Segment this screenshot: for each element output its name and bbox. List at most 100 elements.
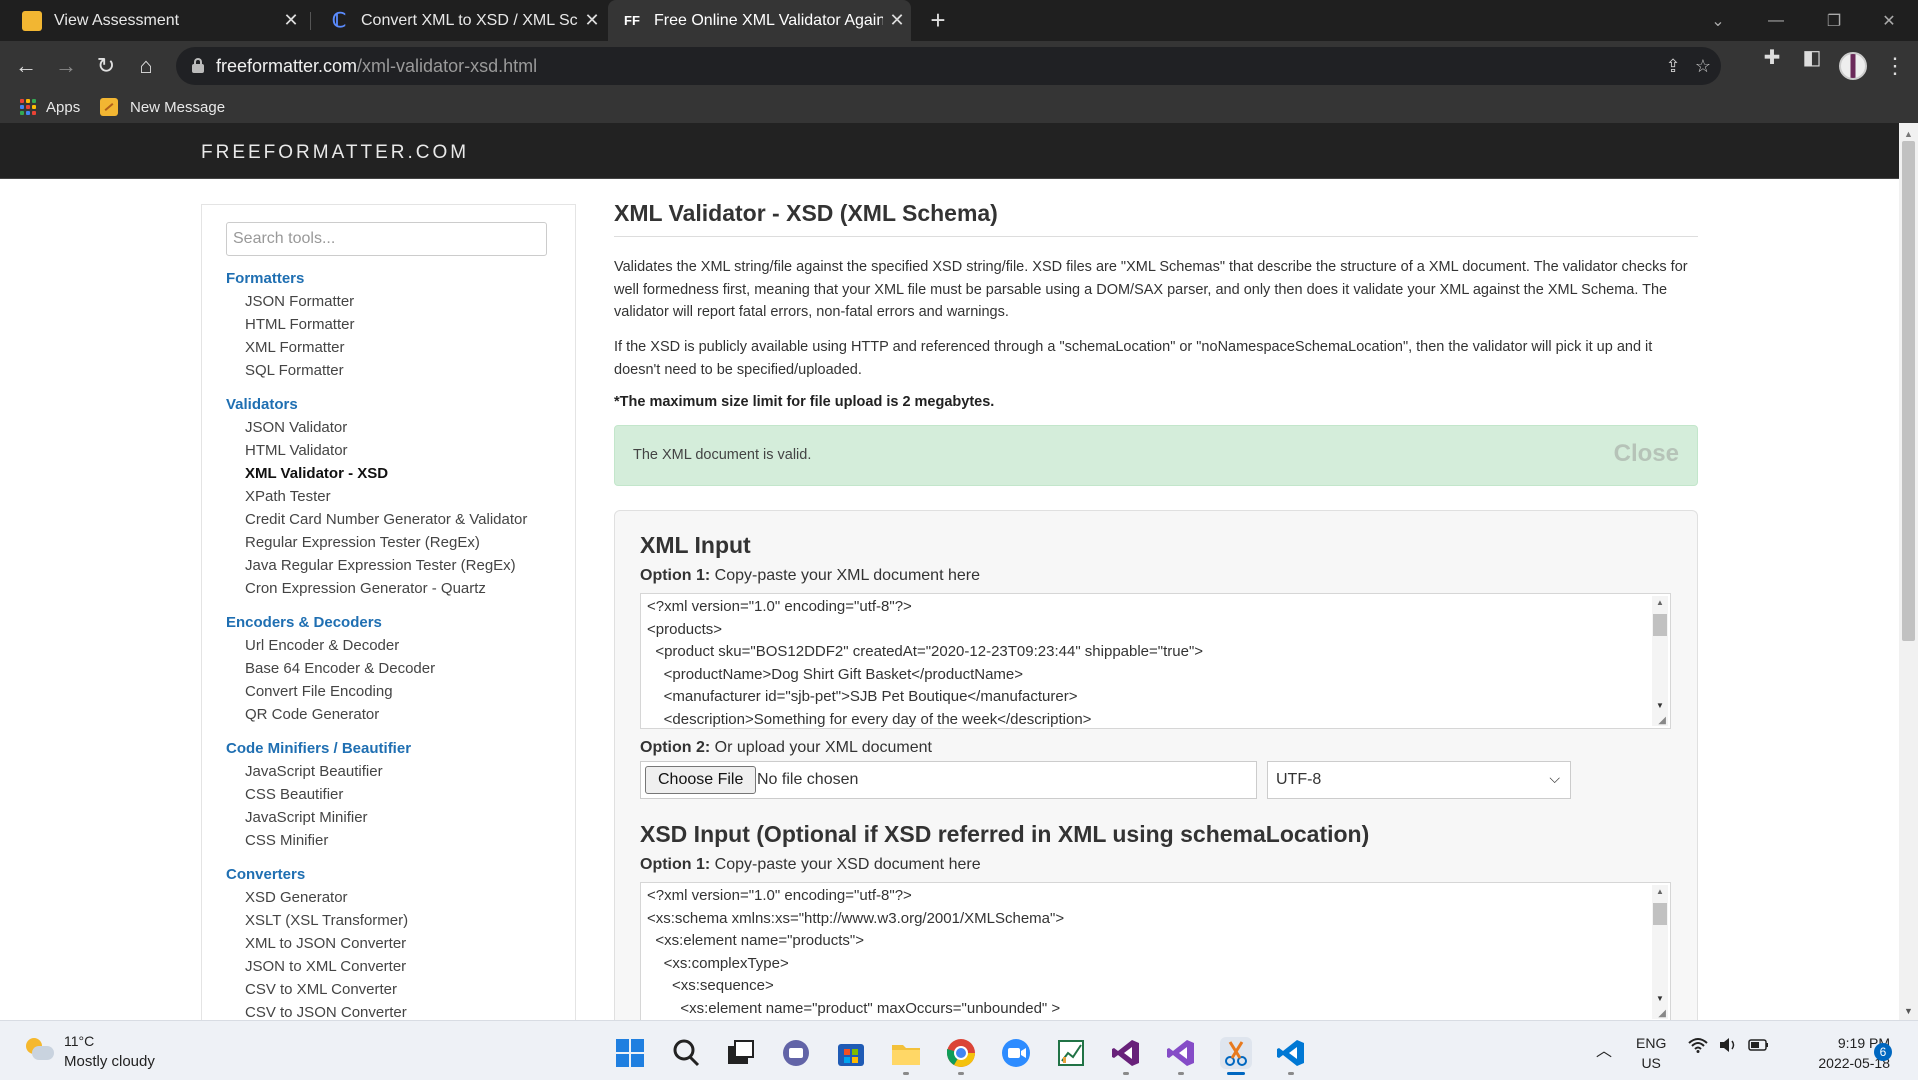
home-button[interactable]: ⌂ [130,50,162,82]
language-indicator[interactable]: ENG US [1636,1033,1666,1073]
share-icon[interactable]: ⇪ [1662,55,1684,77]
nav-item-json-validator[interactable]: JSON Validator [245,419,347,436]
profile-avatar[interactable] [1839,52,1867,80]
excel-icon[interactable] [1055,1037,1087,1069]
nav-item-css-minifier[interactable]: CSS Minifier [245,832,328,849]
nav-item-xsd-generator[interactable]: XSD Generator [245,889,348,906]
notification-badge[interactable]: 6 [1874,1043,1892,1061]
alert-close-button[interactable]: Close [1614,440,1679,468]
weather-description[interactable]: Mostly cloudy [64,1053,155,1070]
nav-item-xml-validator-xsd[interactable]: XML Validator - XSD [245,465,388,482]
scroll-thumb[interactable] [1902,141,1915,641]
nav-item-file-encoding[interactable]: Convert File Encoding [245,683,393,700]
nav-item-regex-tester[interactable]: Regular Expression Tester (RegEx) [245,534,480,551]
battery-icon[interactable] [1748,1037,1770,1058]
visual-studio-icon[interactable] [1110,1037,1142,1069]
close-icon[interactable]: ✕ [277,10,305,31]
bookmark-apps[interactable]: Apps [20,95,80,119]
xml-textarea[interactable]: <?xml version="1.0" encoding="utf-8"?> <… [640,593,1671,729]
minimize-button[interactable]: — [1747,0,1805,41]
nav-item-xpath-tester[interactable]: XPath Tester [245,488,331,505]
scroll-up-arrow-icon[interactable]: ▲ [1656,887,1664,896]
chevron-up-icon[interactable]: ︿ [1596,1037,1612,1061]
nav-item-js-minifier[interactable]: JavaScript Minifier [245,809,368,826]
scroll-thumb[interactable] [1653,614,1667,636]
nav-item-qr-code[interactable]: QR Code Generator [245,706,379,723]
nav-item-js-beautifier[interactable]: JavaScript Beautifier [245,763,383,780]
reload-button[interactable]: ↻ [90,50,122,82]
nav-heading-validators[interactable]: Validators [226,396,298,413]
encoding-select[interactable]: UTF-8 ⌵ [1267,761,1571,799]
close-icon[interactable]: ✕ [883,10,911,31]
nav-item-credit-card[interactable]: Credit Card Number Generator & Validator [245,511,527,528]
volume-icon[interactable] [1718,1037,1738,1058]
snipping-tool-icon[interactable] [1220,1037,1252,1069]
resize-grip-icon[interactable]: ◢ [1658,1008,1666,1019]
nav-item-html-validator[interactable]: HTML Validator [245,442,348,459]
weather-partly-cloudy-icon[interactable] [24,1036,54,1066]
store-icon[interactable] [835,1037,867,1069]
lock-icon[interactable] [192,58,204,73]
vscode-icon[interactable] [1275,1037,1307,1069]
tab-view-assessment[interactable]: View Assessment ✕ [0,0,305,41]
resize-grip-icon[interactable]: ◢ [1658,715,1666,726]
site-logo[interactable]: FREEFORMATTER.COM [201,142,469,164]
chat-icon[interactable] [780,1037,812,1069]
nav-heading-minifiers[interactable]: Code Minifiers / Beautifier [226,740,411,757]
restore-button[interactable]: ❐ [1805,0,1863,41]
back-button[interactable]: ← [10,50,42,82]
wifi-icon[interactable] [1688,1037,1708,1058]
textarea-scrollbar[interactable]: ▲ ▼ [1652,596,1668,726]
search-tools-input[interactable] [226,222,547,256]
tab-xml-validator[interactable]: FF Free Online XML Validator Against XSD… [608,0,911,41]
nav-item-base64[interactable]: Base 64 Encoder & Decoder [245,660,435,677]
choose-file-button[interactable]: Choose File [645,766,757,794]
scroll-down-arrow-icon[interactable]: ▼ [1656,994,1664,1003]
task-view-icon[interactable] [725,1037,757,1069]
nav-item-cron-generator[interactable]: Cron Expression Generator - Quartz [245,580,486,597]
nav-item-sql-formatter[interactable]: SQL Formatter [245,362,344,379]
bookmark-star-icon[interactable]: ☆ [1692,55,1714,77]
file-explorer-icon[interactable] [890,1037,922,1069]
tab-search-icon[interactable]: ⌄ [1689,0,1747,41]
scroll-down-arrow-icon[interactable]: ▼ [1656,701,1664,710]
search-icon[interactable] [670,1037,702,1069]
kebab-menu-icon[interactable]: ⋮ [1884,53,1906,79]
xsd-textarea[interactable]: <?xml version="1.0" encoding="utf-8"?> <… [640,882,1671,1022]
tab-convert-xml[interactable]: ℂ Convert XML to XSD / XML Schema ✕ [307,0,606,41]
new-tab-button[interactable]: + [923,6,953,36]
address-bar[interactable]: freeformatter.com/xml-validator-xsd.html… [176,47,1721,85]
nav-item-url-encoder[interactable]: Url Encoder & Decoder [245,637,399,654]
start-icon[interactable] [614,1037,646,1069]
page-scrollbar[interactable]: ▲ ▼ [1899,123,1918,1020]
nav-item-json-to-xml[interactable]: JSON to XML Converter [245,958,406,975]
visual-studio-icon[interactable] [1165,1037,1197,1069]
nav-item-json-formatter[interactable]: JSON Formatter [245,293,354,310]
nav-item-xslt[interactable]: XSLT (XSL Transformer) [245,912,408,929]
scroll-up-arrow-icon[interactable]: ▲ [1656,598,1664,607]
nav-item-xml-formatter[interactable]: XML Formatter [245,339,344,356]
scroll-down-arrow-icon[interactable]: ▼ [1904,1006,1913,1016]
scroll-up-arrow-icon[interactable]: ▲ [1904,129,1913,139]
nav-heading-converters[interactable]: Converters [226,866,305,883]
forward-button[interactable]: → [50,50,82,82]
nav-item-css-beautifier[interactable]: CSS Beautifier [245,786,343,803]
nav-item-xml-to-json[interactable]: XML to JSON Converter [245,935,406,952]
nav-item-csv-to-xml[interactable]: CSV to XML Converter [245,981,397,998]
nav-heading-encoders[interactable]: Encoders & Decoders [226,614,382,631]
close-icon[interactable]: ✕ [578,10,606,31]
close-window-button[interactable]: ✕ [1860,0,1918,41]
side-panel-icon[interactable]: ◧ [1799,45,1825,71]
bookmark-new-message[interactable]: New Message [100,95,225,119]
textarea-scrollbar[interactable]: ▲ ▼ [1652,885,1668,1019]
weather-temperature[interactable]: 11°C [64,1033,94,1049]
nav-item-java-regex-tester[interactable]: Java Regular Expression Tester (RegEx) [245,557,516,574]
xml-file-input[interactable]: Choose File No file chosen [640,761,1257,799]
nav-item-csv-to-json[interactable]: CSV to JSON Converter [245,1004,407,1021]
nav-heading-formatters[interactable]: Formatters [226,270,304,287]
nav-item-html-formatter[interactable]: HTML Formatter [245,316,354,333]
chrome-icon[interactable] [945,1037,977,1069]
scroll-thumb[interactable] [1653,903,1667,925]
extensions-puzzle-icon[interactable]: ✚ [1759,45,1785,71]
zoom-icon[interactable] [1000,1037,1032,1069]
